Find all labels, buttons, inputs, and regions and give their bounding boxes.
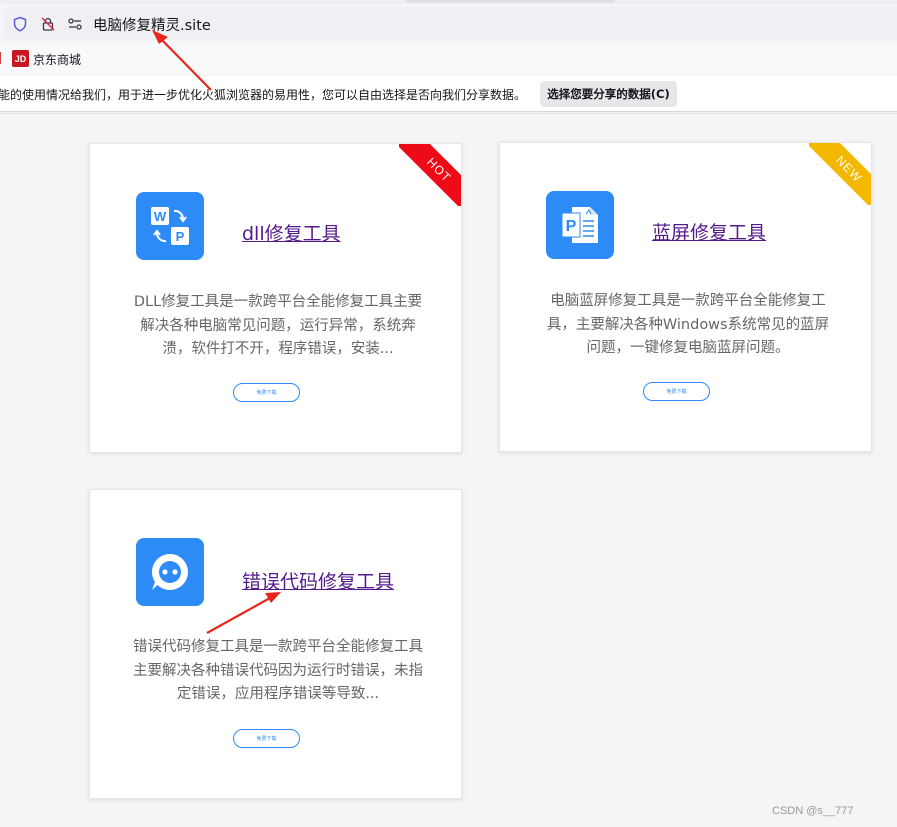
product-card-bluescreen: P 蓝屏修复工具 电脑蓝屏修复工具是一款跨平台全能修复工具，主要解决各种Wind… [499,142,872,452]
svg-text:P: P [566,218,577,235]
card-title-link[interactable]: 蓝屏修复工具 [652,218,766,245]
product-card-errorcode: 错误代码修复工具 错误代码修复工具是一款跨平台全能修复工具主要解决各种错误代码因… [89,489,462,799]
shield-icon[interactable] [12,16,28,32]
bookmarks-toolbar: JD 京东商城 [0,42,897,75]
address-bar[interactable]: 电脑修复精灵.site [4,7,897,40]
hot-ribbon: HOT [399,144,461,206]
download-button[interactable]: 免费下载 [643,382,710,401]
notice-text: 能的使用情况给我们，用于进一步优化火狐浏览器的易用性，您可以自由选择是否向我们分… [0,88,527,102]
permissions-icon[interactable] [67,16,83,32]
active-tab-edge[interactable] [405,0,615,3]
card-title-link[interactable]: 错误代码修复工具 [242,567,394,594]
card-description: 电脑蓝屏修复工具是一款跨平台全能修复工具，主要解决各种Windows系统常见的蓝… [546,293,830,356]
jd-logo-icon: JD [12,50,29,67]
data-sharing-notice: 能的使用情况给我们，用于进一步优化火狐浏览器的易用性，您可以自由选择是否向我们分… [0,76,897,112]
url-text[interactable]: 电脑修复精灵.site [93,14,211,35]
document-file-icon[interactable]: P [546,191,614,259]
card-description: 错误代码修复工具是一款跨平台全能修复工具主要解决各种错误代码因为运行时错误，未指… [133,639,423,702]
download-button[interactable]: 免费下载 [233,729,300,748]
divider [0,113,897,114]
download-button[interactable]: 免费下载 [233,383,300,402]
chat-bot-icon[interactable] [136,538,204,606]
svg-text:W: W [154,209,167,224]
card-title-link[interactable]: dll修复工具 [242,219,341,246]
insecure-lock-icon[interactable] [40,16,56,32]
card-description: DLL修复工具是一款跨平台全能修复工具主要解决各种电脑常见问题，运行异常，系统奔… [133,294,423,357]
tab-strip [0,0,897,4]
choose-data-button[interactable]: 选择您要分享的数据(C) [540,81,677,107]
bookmark-label[interactable]: 京东商城 [33,51,81,68]
svg-text:P: P [176,229,185,244]
new-badge: NEW [809,143,871,205]
product-card-dll: W P dll修复工具 DLL修复工具是一款跨平台全能修复工具主要解决各种电脑常… [89,143,462,453]
bookmark-edge [0,52,4,64]
hot-badge: HOT [399,144,461,206]
watermark: CSDN @s__777 [772,805,854,817]
word-to-pdf-icon[interactable]: W P [136,192,204,260]
new-ribbon: NEW [809,143,871,205]
